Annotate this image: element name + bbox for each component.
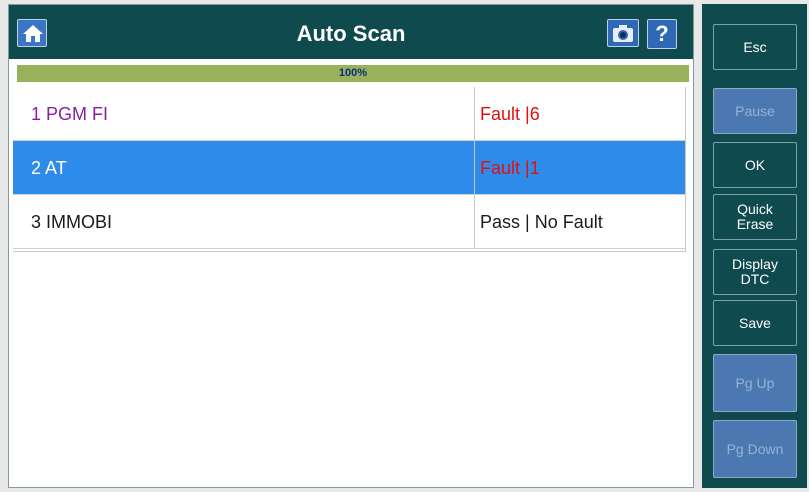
display-dtc-button[interactable]: Display DTC <box>713 249 797 295</box>
help-icon: ? <box>655 21 669 46</box>
system-name: 1 PGM FI <box>31 104 109 124</box>
header-bar: Auto Scan ? <box>9 5 693 59</box>
scan-status: Fault |6 <box>480 104 540 124</box>
system-name: 2 AT <box>31 158 67 178</box>
scan-status: Fault |1 <box>480 158 540 178</box>
pg-up-button[interactable]: Pg Up <box>713 354 797 412</box>
camera-icon <box>613 25 633 42</box>
table-row[interactable]: 1 PGM FI Fault |6 <box>13 87 685 141</box>
side-button-panel: Esc Pause OK Quick Erase Display DTC Save Pg U… <box>702 4 807 488</box>
page-title: Auto Scan <box>296 21 406 46</box>
scan-status: Pass | No Fault <box>480 212 603 232</box>
column-divider <box>474 87 475 140</box>
screenshot-button[interactable] <box>607 19 639 47</box>
table-border <box>685 87 686 252</box>
help-button[interactable]: ? <box>647 19 677 49</box>
main-panel: Auto Scan ? 100% 1 PGM FI Fault |6 2 AT Fau… <box>8 4 694 488</box>
quick-erase-button[interactable]: Quick Erase <box>713 194 797 240</box>
pg-down-button[interactable]: Pg Down <box>713 420 797 478</box>
system-name: 3 IMMOBI <box>31 212 113 232</box>
ok-button[interactable]: OK <box>713 142 797 188</box>
esc-button[interactable]: Esc <box>713 24 797 70</box>
column-divider <box>474 141 475 194</box>
save-button[interactable]: Save <box>713 300 797 346</box>
column-divider <box>474 195 475 248</box>
table-row[interactable]: 2 AT Fault |1 <box>13 141 685 195</box>
progress-label: 100% <box>338 67 368 79</box>
table-row[interactable]: 3 IMMOBI Pass | No Fault <box>13 195 685 249</box>
progress-bar: 100% <box>17 65 689 82</box>
scan-results-table: 1 PGM FI Fault |6 2 AT Fault |1 3 IMMOBI Pass… <box>13 87 685 249</box>
table-divider <box>13 251 685 252</box>
pause-button[interactable]: Pause <box>713 88 797 134</box>
